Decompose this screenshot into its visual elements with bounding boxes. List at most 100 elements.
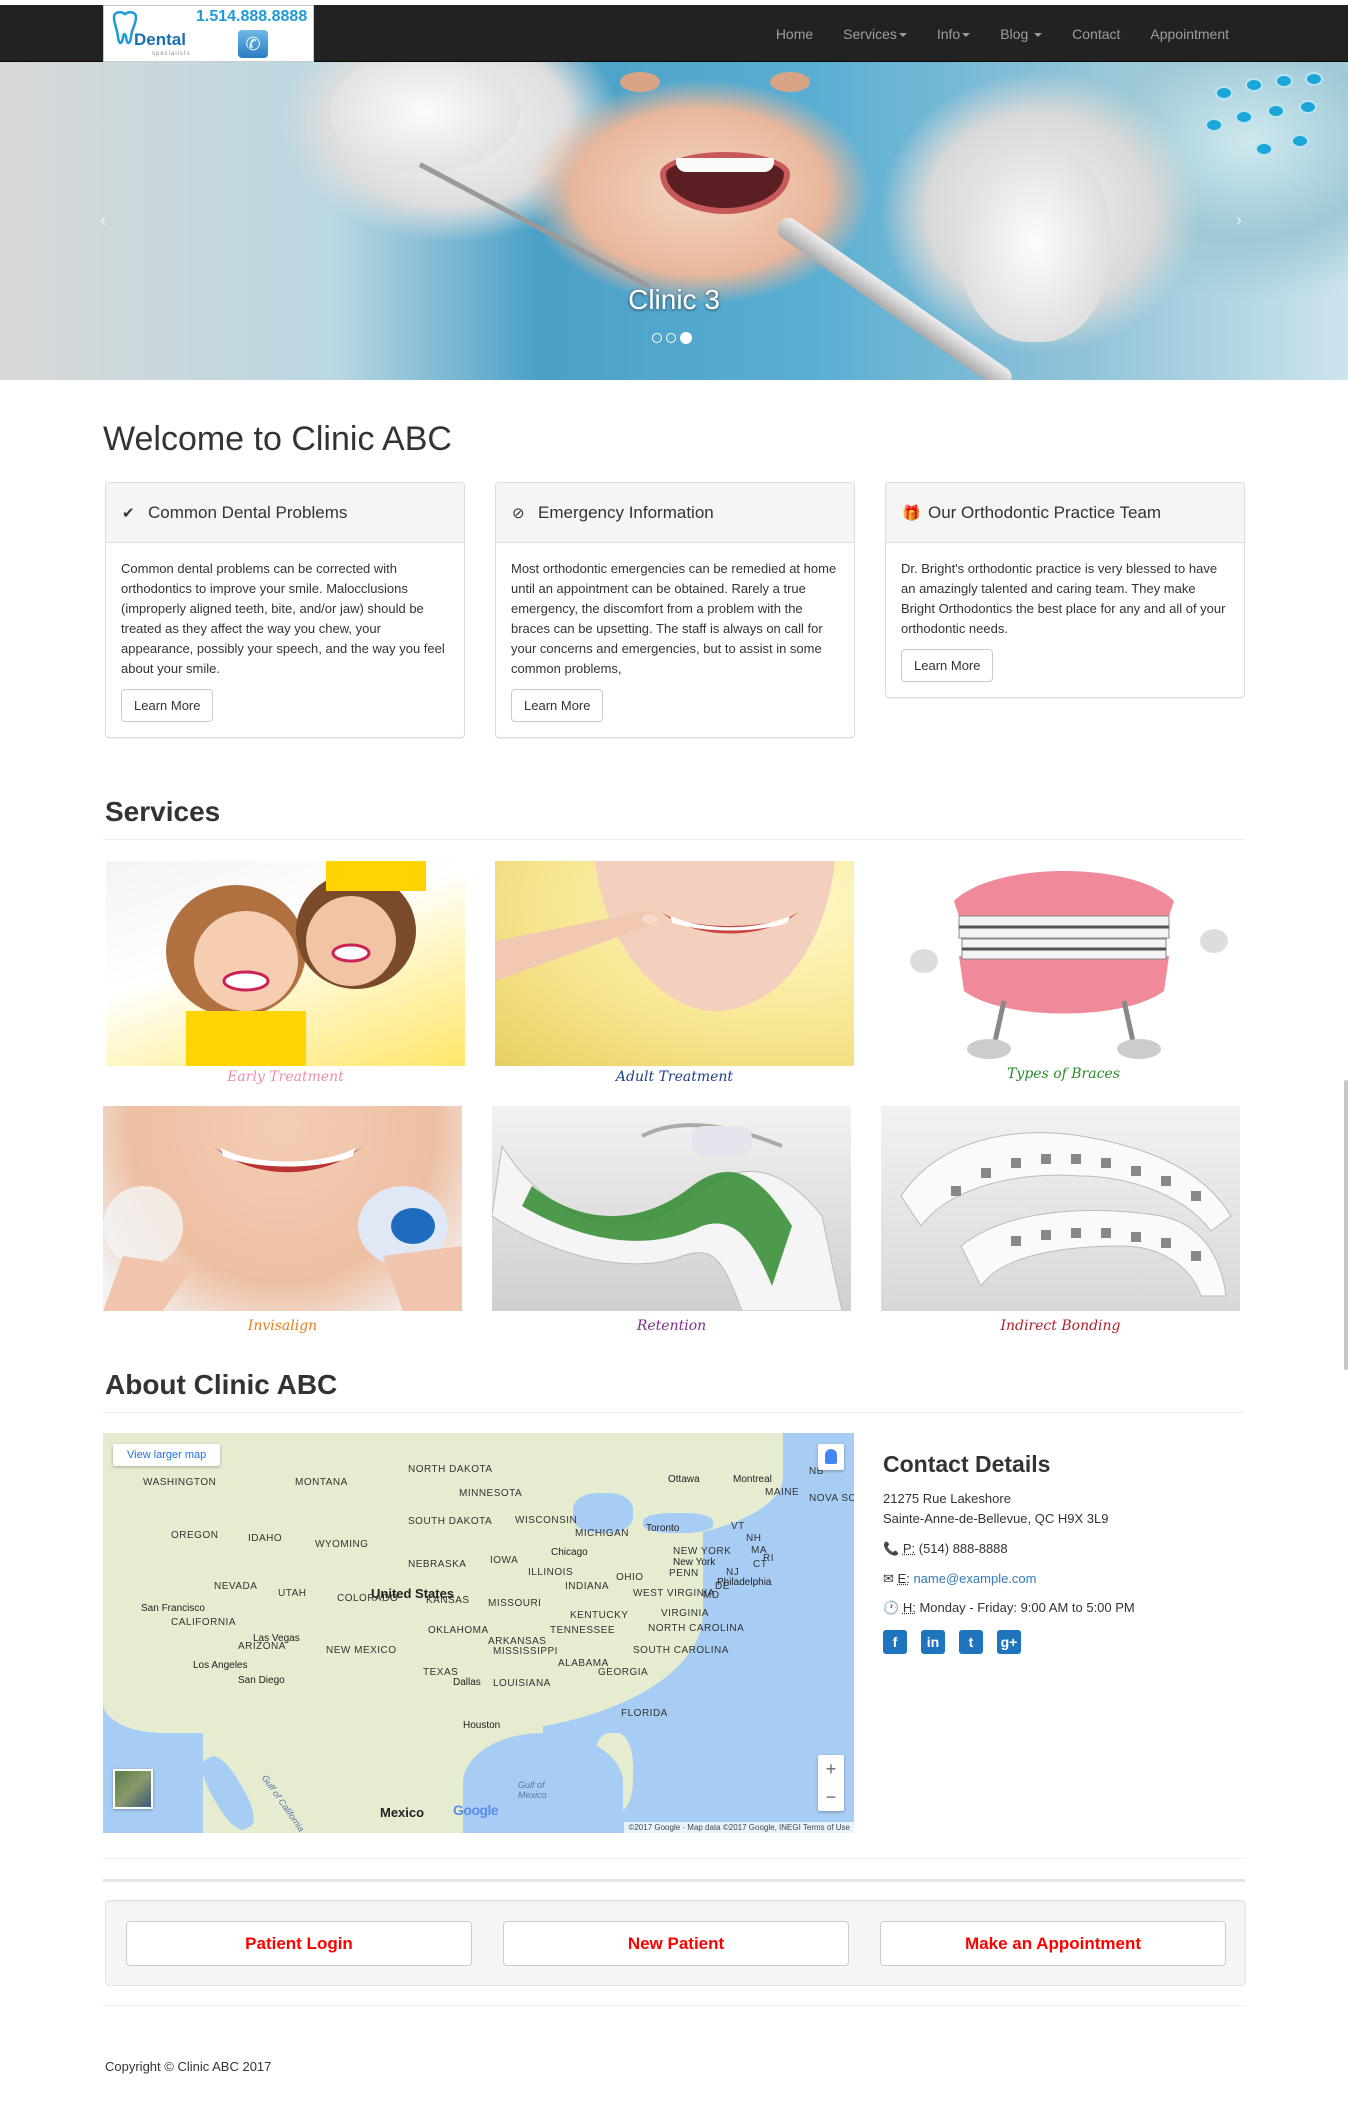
new-patient-button[interactable]: New Patient — [503, 1921, 849, 1966]
panel-title: Our Orthodontic Practice Team — [928, 502, 1162, 522]
service-invisalign[interactable] — [103, 1106, 462, 1311]
hero-image-mirror — [418, 162, 651, 289]
service-indirect-bonding[interactable] — [881, 1106, 1240, 1311]
map-country-label: United States — [371, 1586, 455, 1601]
google-logo: Google — [453, 1802, 499, 1818]
map-city-label: New York — [673, 1557, 716, 1568]
map-state-label: NORTH DAKOTA — [408, 1464, 493, 1475]
carousel-indicator[interactable] — [666, 333, 676, 343]
contact-phone-value: (514) 888-8888 — [918, 1541, 1008, 1556]
street-view-pegman-icon[interactable] — [818, 1444, 844, 1470]
nav-home[interactable]: Home — [761, 26, 828, 42]
hero-image-dot — [1205, 118, 1223, 132]
map-state-label: INDIANA — [565, 1581, 610, 1592]
service-types-of-braces[interactable] — [884, 861, 1243, 1066]
about-title: About Clinic ABC — [105, 1369, 338, 1400]
nav-contact-label: Contact — [1072, 25, 1121, 42]
hero-carousel: ‹ › Clinic 3 — [0, 62, 1348, 380]
service-caption: Invisalign — [247, 1318, 318, 1334]
learn-more-button[interactable]: Learn More — [121, 689, 214, 722]
services-title: Services — [105, 796, 221, 827]
panel-heading: ✔ Common Dental Problems — [106, 483, 464, 543]
map-state-label: MINNESOTA — [459, 1488, 523, 1499]
carousel-next-arrow-icon[interactable]: › — [1236, 210, 1242, 231]
map-state-label: WASHINGTON — [143, 1477, 217, 1488]
contact-address-line2: Sainte-Anne-de-Bellevue, QC H9X 3L9 — [883, 1511, 1109, 1526]
map-state-label: SOUTH DAKOTA — [408, 1516, 493, 1527]
map-zoom-control: + − — [818, 1755, 844, 1811]
panel-emergency-information: ⊘ Emergency Information Most orthodontic… — [495, 482, 855, 738]
service-retention[interactable] — [492, 1106, 851, 1311]
map-state-label: OKLAHOMA — [428, 1625, 489, 1636]
twitter-icon[interactable]: t — [959, 1630, 983, 1654]
map-state-label: VT — [731, 1521, 745, 1532]
carousel-prev-arrow-icon[interactable]: ‹ — [100, 210, 106, 231]
map-state-label: FLORIDA — [621, 1708, 668, 1719]
service-image — [492, 1123, 843, 1311]
panel-text: Most orthodontic emergencies can be reme… — [511, 561, 837, 676]
panel-common-problems: ✔ Common Dental Problems Common dental p… — [105, 482, 465, 738]
nav-services-label: Services — [843, 25, 897, 42]
map-state-label: WYOMING — [315, 1539, 369, 1550]
map-state-label: SOUTH CAROLINA — [633, 1645, 729, 1656]
service-early-treatment[interactable] — [106, 861, 465, 1066]
logo[interactable]: Dental specialists 1.514.888.8888 ✆ — [103, 5, 314, 62]
nav-info[interactable]: Info — [922, 26, 985, 42]
hero-image-panel — [1195, 72, 1345, 192]
contact-email: ✉ E: name@example.com — [883, 1571, 1036, 1587]
panel-title: Emergency Information — [538, 502, 714, 522]
zoom-out-button[interactable]: − — [818, 1783, 844, 1811]
nav-home-label: Home — [775, 25, 814, 42]
carousel-indicator[interactable] — [652, 333, 662, 343]
map-state-label: UTAH — [278, 1588, 307, 1599]
service-caption: Early Treatment — [227, 1069, 344, 1085]
facebook-icon[interactable]: f — [883, 1630, 907, 1654]
satellite-toggle-thumbnail[interactable] — [113, 1769, 153, 1809]
hero-image-dot — [1235, 110, 1253, 124]
carousel-indicators — [652, 332, 692, 344]
compass-icon: ⊘ — [512, 504, 525, 522]
carousel-caption: Clinic 3 — [628, 284, 720, 315]
google-plus-icon[interactable]: g+ — [997, 1630, 1021, 1654]
service-adult-treatment[interactable] — [495, 861, 854, 1066]
nav-blog[interactable]: Blog — [985, 26, 1057, 42]
map-attribution[interactable]: ©2017 Google · Map data ©2017 Google, IN… — [624, 1822, 854, 1833]
brand-name: Dental — [134, 30, 186, 49]
hero-image-dot — [1215, 86, 1233, 100]
nav-services[interactable]: Services — [828, 26, 922, 42]
carousel-indicator[interactable] — [680, 332, 692, 344]
footer-copyright: Copyright © Clinic ABC 2017 — [105, 2059, 272, 2074]
nav-appointment[interactable]: Appointment — [1135, 26, 1244, 42]
nav-links: Home Services Info Blog Contact Appointm… — [761, 5, 1244, 62]
contact-email-link[interactable]: name@example.com — [913, 1571, 1036, 1586]
map-state-label: NEW MEXICO — [326, 1645, 397, 1656]
learn-more-button[interactable]: Learn More — [511, 689, 604, 722]
hero-image-dot — [1255, 142, 1273, 156]
hero-image-teeth — [676, 158, 774, 172]
map-state-label: NORTH CAROLINA — [648, 1623, 745, 1634]
google-map[interactable]: WASHINGTON MONTANA NORTH DAKOTA MINNESOT… — [103, 1433, 854, 1833]
map-city-label: Los Angeles — [193, 1660, 248, 1671]
learn-more-button[interactable]: Learn More — [901, 649, 994, 682]
caret-down-icon — [898, 32, 907, 37]
map-state-label: GEORGIA — [598, 1667, 649, 1678]
map-state-label: OHIO — [616, 1572, 644, 1583]
hero-image-glove — [330, 62, 520, 172]
hero-image-dot — [1291, 134, 1309, 148]
panel-body: Dr. Bright's orthodontic practice is ver… — [886, 543, 1244, 697]
map-state-label: OREGON — [171, 1530, 219, 1541]
patient-login-button[interactable]: Patient Login — [126, 1921, 472, 1966]
social-links: f in t g+ — [883, 1630, 1021, 1654]
hero-image-dot — [1299, 100, 1317, 114]
nav-blog-label: Blog — [1000, 25, 1029, 42]
view-larger-map-link[interactable]: View larger map — [113, 1444, 221, 1466]
linkedin-icon[interactable]: in — [921, 1630, 945, 1654]
nav-contact[interactable]: Contact — [1057, 26, 1135, 42]
scrollbar[interactable] — [1344, 1080, 1348, 1370]
map-state-label: PENN — [669, 1568, 699, 1579]
contact-phone-key: P: — [902, 1541, 916, 1556]
make-appointment-button[interactable]: Make an Appointment — [880, 1921, 1226, 1966]
map-city-label: Ottawa — [668, 1474, 700, 1485]
zoom-in-button[interactable]: + — [818, 1755, 844, 1783]
map-state-label: NOVA SC — [809, 1493, 854, 1504]
